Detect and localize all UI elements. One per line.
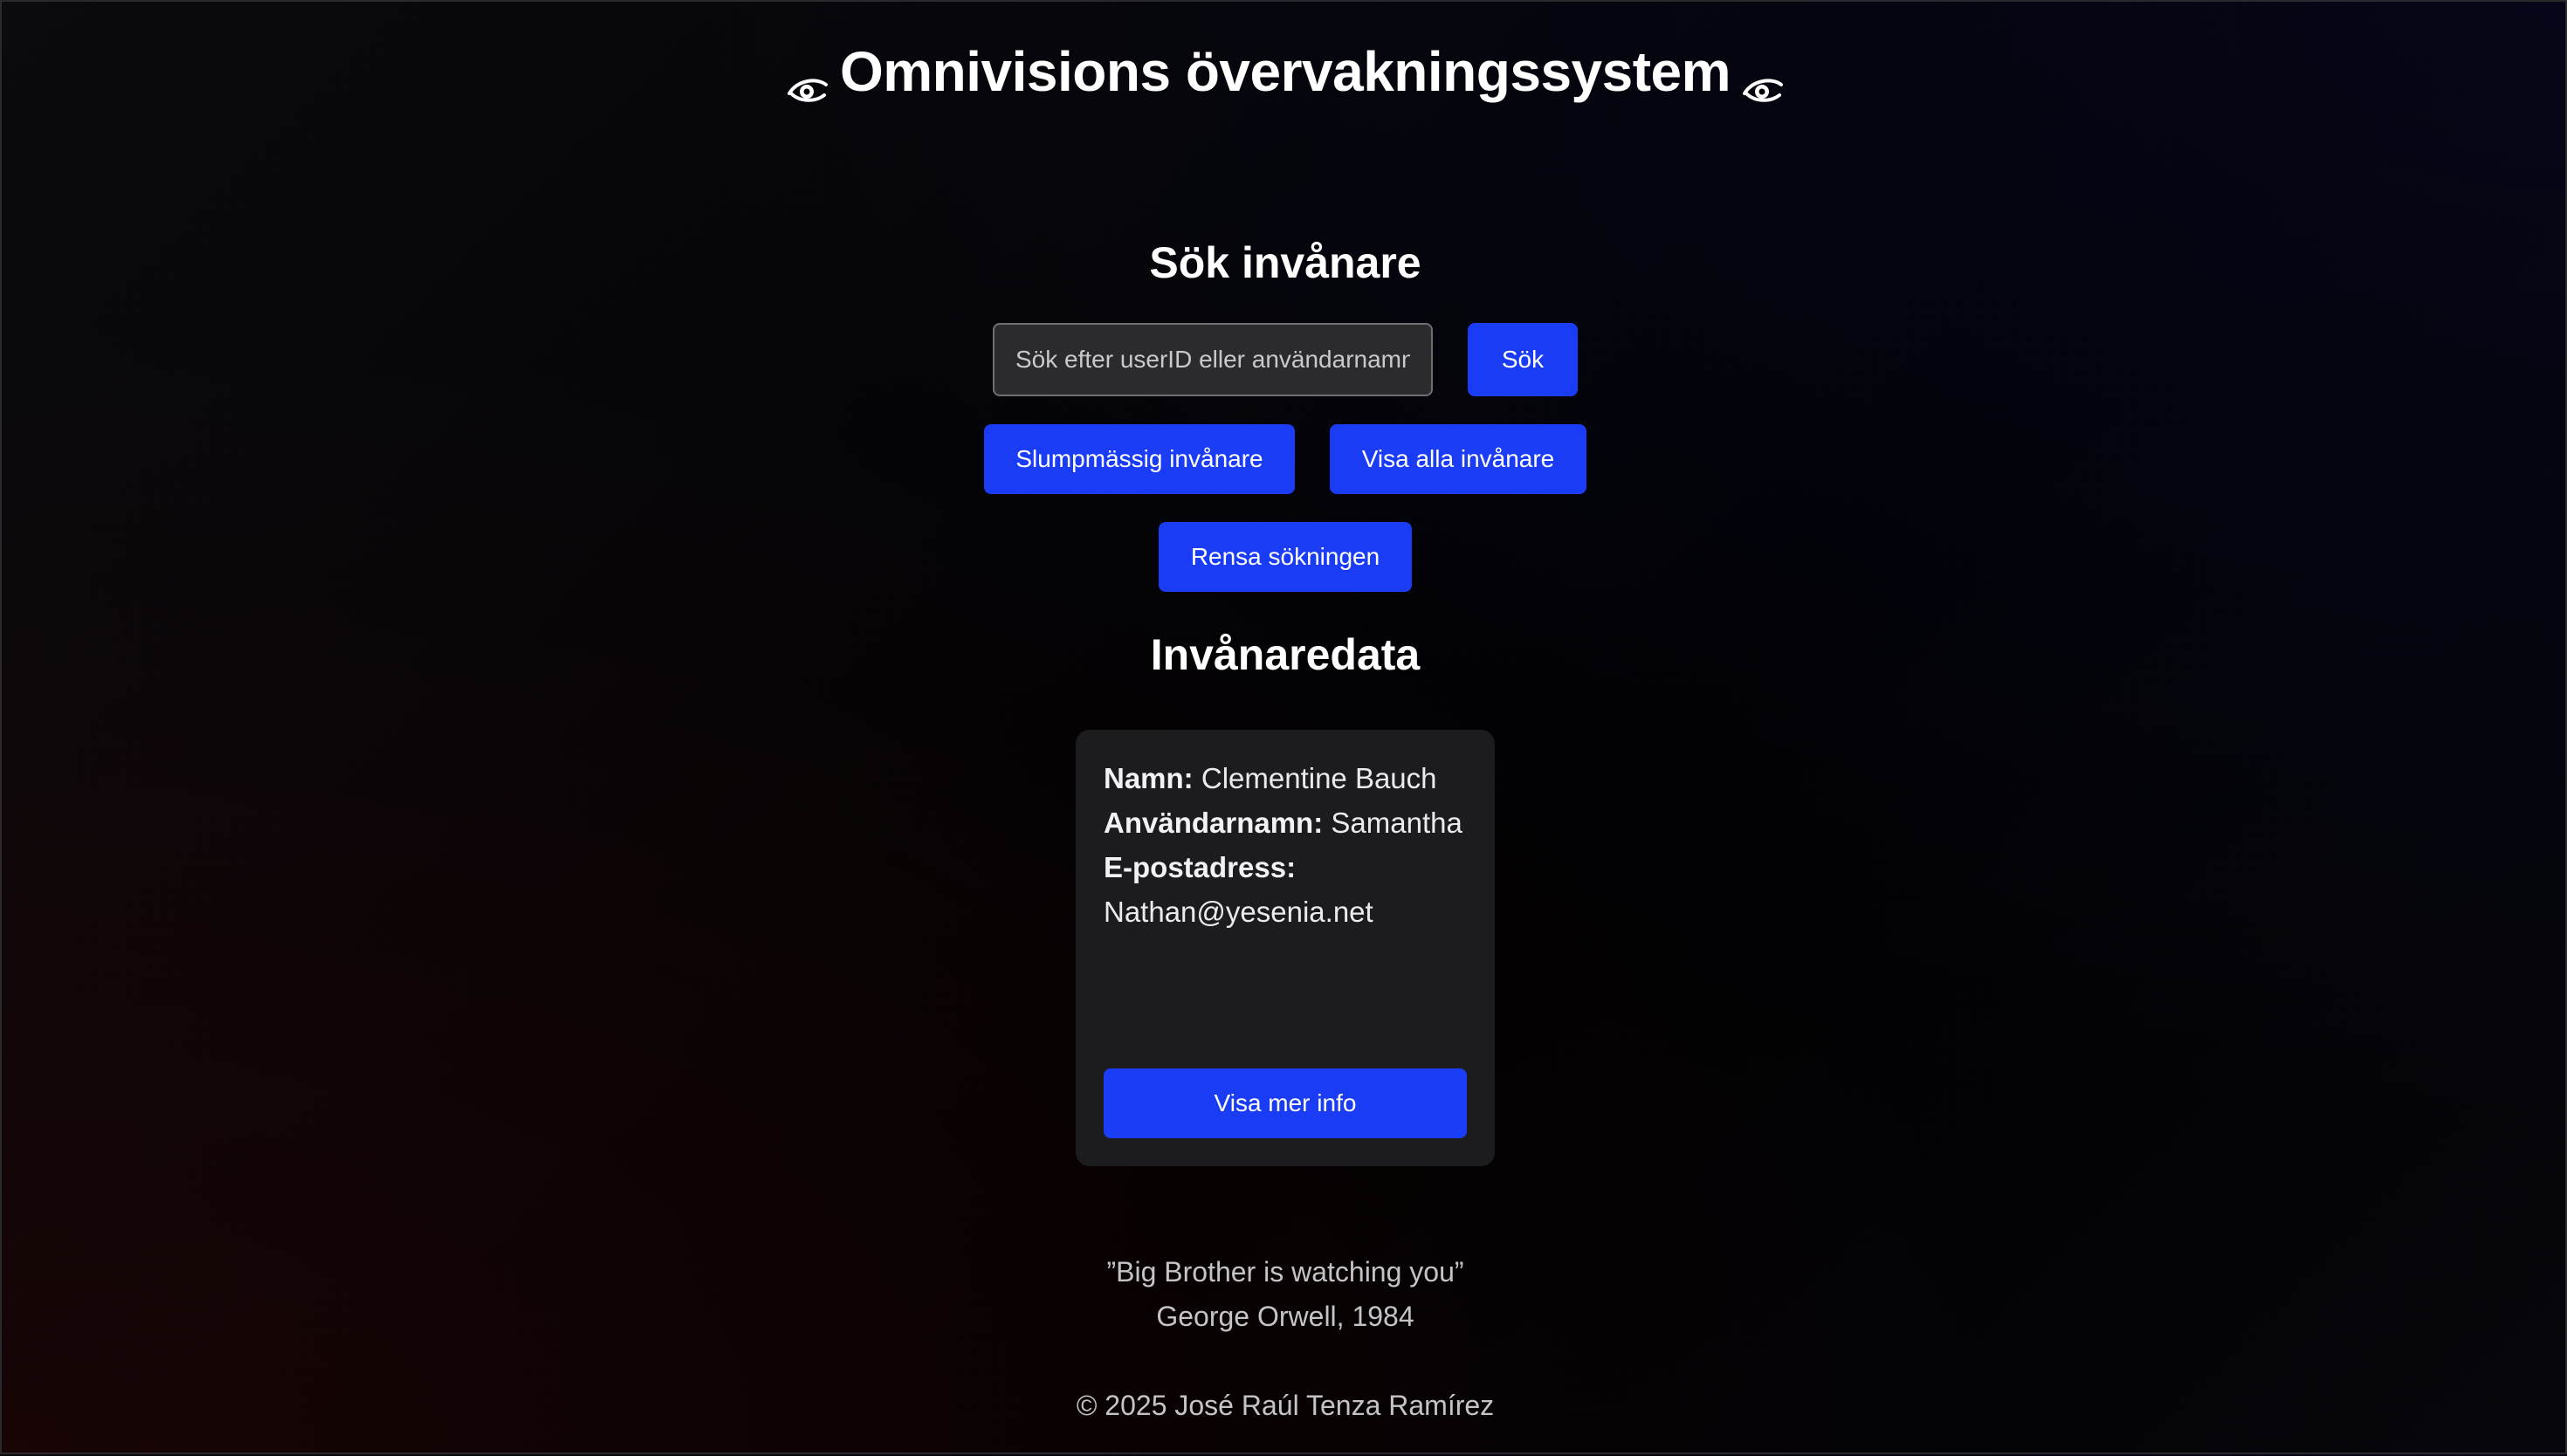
show-more-info-button[interactable]: Visa mer info [1104, 1068, 1467, 1138]
search-input[interactable] [993, 323, 1433, 396]
page: Omnivisions övervakningssystem Sök invån… [2, 2, 2567, 1456]
page-title-text: Omnivisions övervakningssystem [839, 40, 1731, 103]
search-button[interactable]: Sök [1468, 323, 1578, 396]
footer-copyright: © 2025 José Raúl Tenza Ramírez [1076, 1390, 1495, 1421]
resident-email-label-row: E-postadress: [1104, 845, 1467, 889]
email-value: Nathan@yesenia.net [1104, 896, 1373, 928]
show-all-residents-button[interactable]: Visa alla invånare [1330, 424, 1586, 494]
resident-email: Nathan@yesenia.net [1104, 889, 1467, 934]
quote-text: ”Big Brother is watching you” [1106, 1256, 1464, 1288]
resident-username: Användarnamn: Samantha [1104, 800, 1467, 845]
resident-card: Namn: Clementine Bauch Användarnamn: Sam… [1076, 730, 1495, 1166]
eye-icon [787, 53, 828, 102]
resident-name: Namn: Clementine Bauch [1104, 756, 1467, 800]
name-value: Clementine Bauch [1201, 762, 1437, 794]
clear-search-button[interactable]: Rensa sökningen [1159, 522, 1412, 592]
results-heading: Invånaredata [1150, 630, 1421, 679]
username-value: Samantha [1331, 807, 1462, 839]
eye-icon [1743, 53, 1784, 102]
username-label: Användarnamn: [1104, 807, 1324, 839]
page-title: Omnivisions övervakningssystem [2, 37, 2567, 106]
clear-row: Rensa sökningen [2, 522, 2567, 592]
search-bar: Sök [2, 323, 2567, 396]
quote: ”Big Brother is watching you” George Orw… [2, 1250, 2567, 1339]
name-label: Namn: [1104, 762, 1194, 794]
search-heading: Sök invånare [1149, 238, 1421, 287]
email-label: E-postadress: [1104, 851, 1297, 883]
quote-attribution: George Orwell, 1984 [1156, 1301, 1414, 1332]
action-buttons: Slumpmässig invånare Visa alla invånare [2, 424, 2567, 494]
random-resident-button[interactable]: Slumpmässig invånare [984, 424, 1295, 494]
